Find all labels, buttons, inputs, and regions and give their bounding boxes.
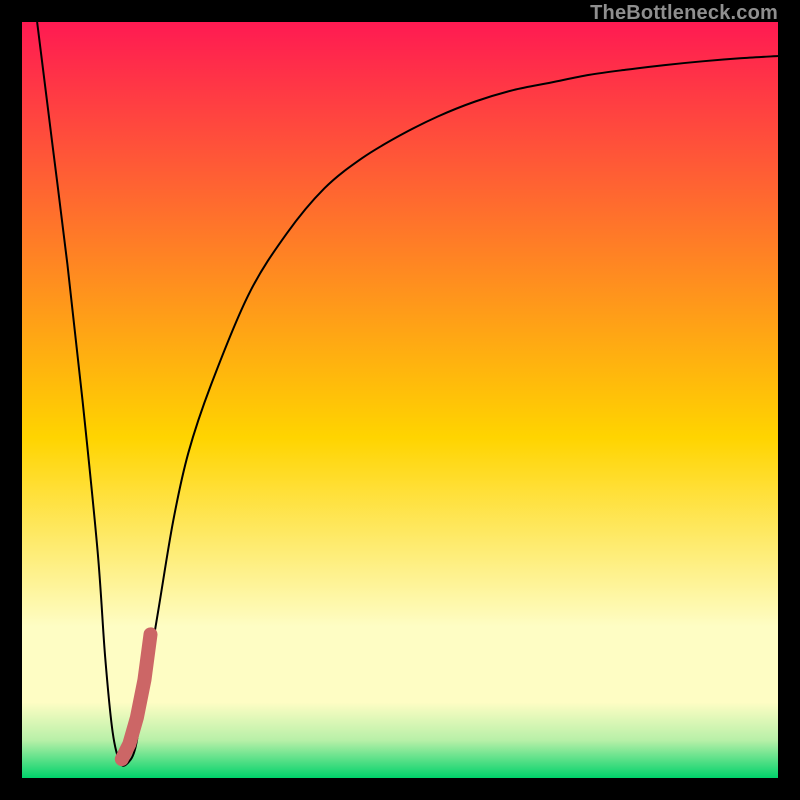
plot-area [22, 22, 778, 778]
chart-svg [22, 22, 778, 778]
watermark-text: TheBottleneck.com [590, 2, 778, 25]
